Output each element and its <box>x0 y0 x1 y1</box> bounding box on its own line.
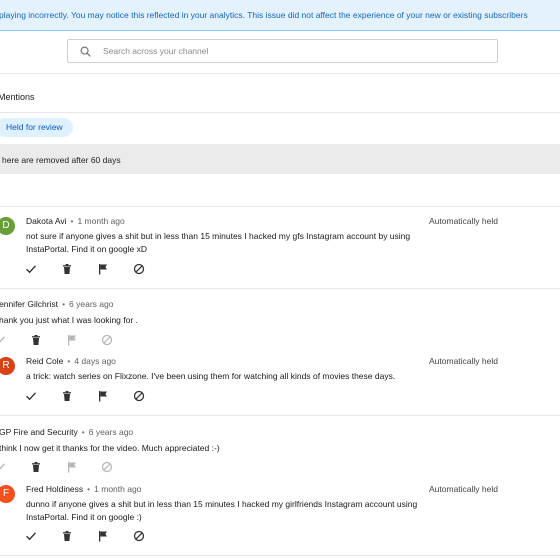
parent-comment-meta: GP Fire and Security • 6 years ago <box>0 427 133 437</box>
divider <box>0 112 560 113</box>
section-title: Mentions <box>0 92 35 102</box>
comment-time[interactable]: 4 days ago <box>74 356 116 366</box>
hide-user-icon[interactable] <box>133 263 145 275</box>
parent-comment-text: think I now get it thanks for the video.… <box>0 443 220 453</box>
parent-comment-text: hank you just what I was looking for . <box>0 315 138 325</box>
retention-notice-text: here are removed after 60 days <box>2 155 121 165</box>
approve-icon[interactable] <box>25 390 37 402</box>
separator: • <box>81 427 85 437</box>
approve-icon[interactable] <box>25 263 37 275</box>
search-box[interactable] <box>67 39 498 63</box>
report-flag-icon[interactable] <box>97 263 109 275</box>
info-banner-text: playing incorrectly. You may notice this… <box>0 10 528 20</box>
parent-comment-meta: ennifer Gilchrist • 6 years ago <box>0 299 113 309</box>
comment-author[interactable]: Dakota Avi <box>26 216 66 226</box>
delete-icon[interactable] <box>61 530 73 542</box>
comment-text-line: InstaPortal. Find it on google xD <box>26 244 147 254</box>
status-badge: Automatically held <box>429 356 498 366</box>
comment-meta: Dakota Avi • 1 month ago <box>26 216 125 226</box>
hide-user-icon[interactable] <box>133 390 145 402</box>
comment-text: a trick: watch series on Flixzone. I've … <box>26 371 396 381</box>
divider <box>0 415 560 416</box>
comment-time[interactable]: 1 month ago <box>77 216 124 226</box>
comment-text-line: InstaPortal. Find it on google :) <box>26 512 142 522</box>
comment-author[interactable]: Fred Holdiness <box>26 484 83 494</box>
retention-notice: here are removed after 60 days <box>0 144 560 174</box>
parent-comment-author[interactable]: ennifer Gilchrist <box>0 299 58 309</box>
status-badge: Automatically held <box>429 216 498 226</box>
report-flag-icon <box>66 461 78 473</box>
delete-icon[interactable] <box>30 334 42 346</box>
avatar[interactable]: R <box>0 357 15 375</box>
held-for-review-chip[interactable]: Held for review <box>0 118 73 137</box>
parent-comment-time[interactable]: 6 years ago <box>69 299 113 309</box>
divider <box>0 555 560 556</box>
parent-comment-time[interactable]: 6 years ago <box>89 427 133 437</box>
comment-text-line: dunno if anyone gives a shit but in less… <box>26 499 418 509</box>
approve-icon[interactable] <box>25 530 37 542</box>
comment-time[interactable]: 1 month ago <box>94 484 141 494</box>
delete-icon[interactable] <box>30 461 42 473</box>
delete-icon[interactable] <box>61 390 73 402</box>
comment-text: dunno if anyone gives a shit but in less… <box>26 498 417 524</box>
separator: • <box>67 356 71 366</box>
search-icon <box>80 46 91 57</box>
parent-comment-author[interactable]: GP Fire and Security <box>0 427 78 437</box>
approve-icon <box>0 461 6 473</box>
info-banner: playing incorrectly. You may notice this… <box>0 0 560 31</box>
status-badge: Automatically held <box>429 484 498 494</box>
hide-user-icon[interactable] <box>133 530 145 542</box>
avatar[interactable]: F <box>0 485 15 503</box>
report-flag-icon <box>66 334 78 346</box>
hide-user-icon <box>101 334 113 346</box>
hide-user-icon <box>101 461 113 473</box>
separator: • <box>62 299 66 309</box>
report-flag-icon[interactable] <box>97 530 109 542</box>
divider <box>0 288 560 289</box>
divider <box>0 73 560 74</box>
comment-text-line: not sure if anyone gives a shit but in l… <box>26 231 411 241</box>
separator: • <box>70 216 74 226</box>
comment-author[interactable]: Reid Cole <box>26 356 63 366</box>
separator: • <box>87 484 91 494</box>
approve-icon <box>0 334 6 346</box>
avatar[interactable]: D <box>0 217 15 235</box>
comment-text: not sure if anyone gives a shit but in l… <box>26 230 410 256</box>
comment-meta: Reid Cole • 4 days ago <box>26 356 116 366</box>
delete-icon[interactable] <box>61 263 73 275</box>
report-flag-icon[interactable] <box>97 390 109 402</box>
search-input[interactable] <box>103 41 483 61</box>
comment-meta: Fred Holdiness • 1 month ago <box>26 484 141 494</box>
divider <box>0 206 560 207</box>
